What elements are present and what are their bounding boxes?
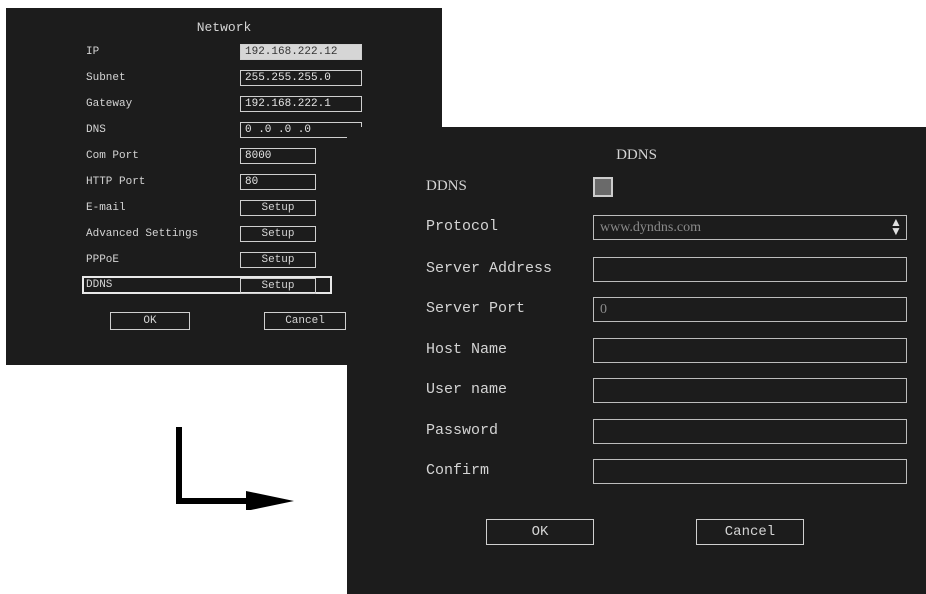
host-name-label: Host Name [426, 341, 508, 358]
ip-field[interactable]: 192.168.222.12 [240, 44, 362, 60]
http-port-field[interactable]: 80 [240, 174, 316, 190]
subnet-label: Subnet [86, 72, 126, 84]
server-address-field[interactable] [593, 257, 907, 282]
network-title: Network [196, 20, 252, 35]
advanced-settings-setup-button[interactable]: Setup [240, 226, 316, 242]
gateway-field[interactable]: 192.168.222.1 [240, 96, 362, 112]
host-name-field[interactable] [593, 338, 907, 363]
ddns-enable-label: DDNS [426, 178, 467, 194]
pppoe-setup-button[interactable]: Setup [240, 252, 316, 268]
protocol-select[interactable]: www.dyndns.com ▲ ▼ [593, 215, 907, 240]
ddns-title: DDNS [616, 147, 657, 163]
password-field[interactable] [593, 419, 907, 444]
http-port-label: HTTP Port [86, 176, 146, 188]
arrow-icon [176, 427, 294, 510]
ddns-cancel-button[interactable]: Cancel [696, 519, 804, 545]
updown-arrows-icon: ▲ ▼ [890, 215, 902, 238]
confirm-field[interactable] [593, 459, 907, 484]
gateway-label: Gateway [86, 98, 133, 110]
email-label: E-mail [86, 202, 126, 214]
ddns-setup-button[interactable]: Setup [240, 278, 316, 294]
com-port-field[interactable]: 8000 [240, 148, 316, 164]
ddns-enable-checkbox[interactable] [593, 177, 613, 197]
ddns-ok-button[interactable]: OK [486, 519, 594, 545]
email-setup-button[interactable]: Setup [240, 200, 316, 216]
network-ok-button[interactable]: OK [110, 312, 190, 330]
com-port-label: Com Port [86, 150, 139, 162]
confirm-label: Confirm [426, 462, 490, 479]
ip-label: IP [86, 46, 100, 58]
pppoe-label: PPPoE [86, 254, 120, 266]
server-port-label: Server Port [426, 300, 526, 317]
user-name-label: User name [426, 381, 508, 398]
dns-field[interactable]: 0 .0 .0 .0 [240, 122, 362, 138]
server-address-label: Server Address [426, 260, 553, 277]
server-port-field[interactable]: 0 [593, 297, 907, 322]
ddns-label: DDNS [86, 279, 113, 291]
protocol-label: Protocol [426, 218, 499, 235]
password-label: Password [426, 422, 499, 439]
dns-label: DNS [86, 124, 106, 136]
protocol-value: www.dyndns.com [600, 220, 701, 235]
advanced-settings-label: Advanced Settings [86, 228, 199, 240]
subnet-field[interactable]: 255.255.255.0 [240, 70, 362, 86]
user-name-field[interactable] [593, 378, 907, 403]
network-cancel-button[interactable]: Cancel [264, 312, 346, 330]
ddns-window: DDNS DDNS Protocol www.dyndns.com ▲ ▼ Ser… [347, 127, 926, 594]
